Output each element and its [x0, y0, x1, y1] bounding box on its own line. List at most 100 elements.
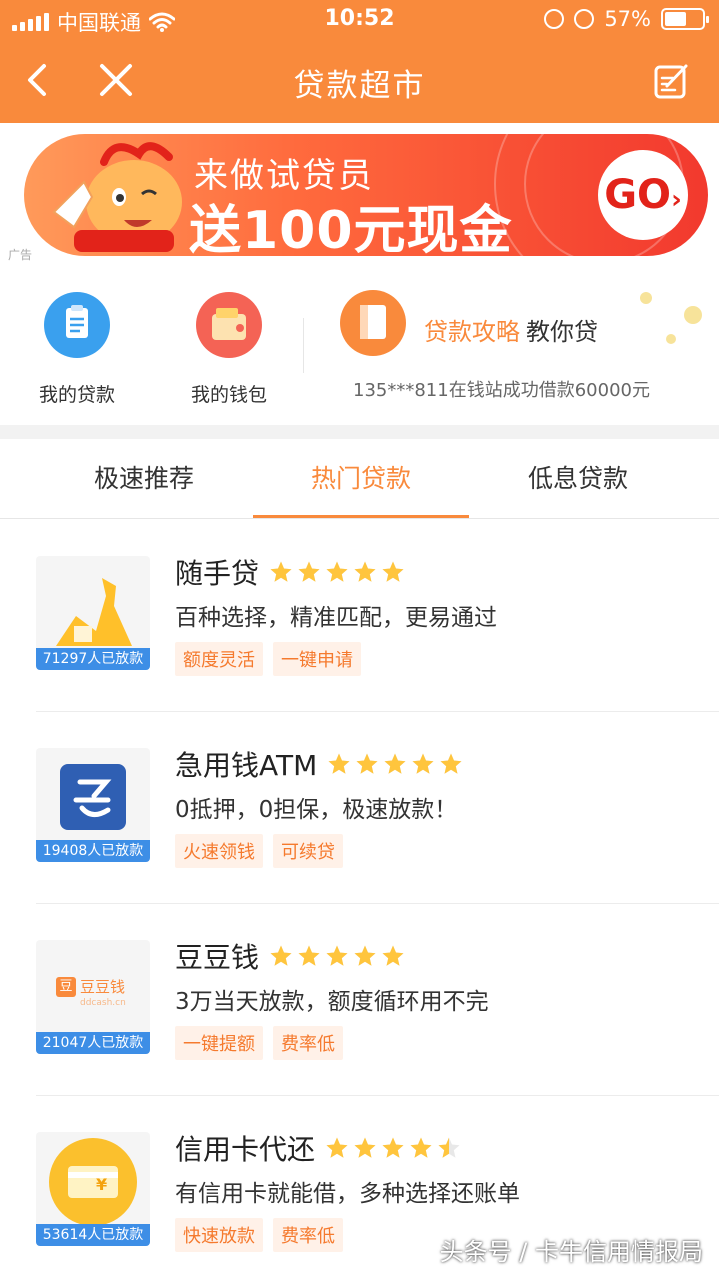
go-label: GO — [604, 172, 672, 218]
loan-tag: 额度灵活 — [175, 642, 263, 676]
divider — [303, 318, 304, 373]
loan-tags: 火速领钱 可续贷 — [175, 834, 343, 868]
loan-logo: 19408人已放款 — [36, 748, 150, 862]
my-loans-label: 我的贷款 — [38, 384, 115, 406]
loan-strategy-link[interactable]: 贷款攻略 教你贷 135***811在钱站成功借款60000元 — [340, 290, 650, 401]
loan-tags: 快速放款 费率低 — [175, 1218, 343, 1252]
loan-description: 有信用卡就能借，多种选择还账单 — [175, 1181, 520, 1207]
page-title: 贷款超市 — [293, 68, 426, 104]
loan-count-badge: 19408人已放款 — [36, 840, 150, 862]
loan-tag: 一键提额 — [175, 1026, 263, 1060]
loan-description: 百种选择，精准匹配，更易通过 — [175, 605, 497, 631]
quick-links: 我的贷款 我的钱包 贷款攻略 教你贷 135***811在钱站成功借款60000元 — [0, 270, 719, 425]
tab-low-interest[interactable]: 低息贷款 — [468, 439, 688, 519]
rating-stars — [269, 560, 405, 584]
loan-ticker: 135***811在钱站成功借款60000元 — [353, 380, 650, 401]
loan-item-atm[interactable]: 19408人已放款 急用钱ATM 0抵押，0担保，极速放款！ 火速领钱 可续贷 — [0, 712, 719, 904]
loan-tags: 一键提额 费率低 — [175, 1026, 343, 1060]
strategy-sub: 教你贷 — [526, 318, 598, 346]
loan-name: 随手贷 — [175, 557, 260, 590]
loan-tag: 费率低 — [273, 1026, 343, 1060]
loan-item-doudouqian[interactable]: 豆 豆豆钱 ddcash.cn 21047人已放款 豆豆钱 3万当天放款，额度循… — [0, 904, 719, 1096]
star-icon — [326, 561, 348, 582]
star-icon — [410, 1137, 432, 1158]
top-bar: 中国联通 10:52 57% 贷款超市 — [0, 0, 719, 123]
star-icon — [384, 753, 406, 774]
coin-decoration — [666, 334, 676, 344]
ad-label: 广告 — [8, 248, 33, 262]
coin-decoration — [640, 292, 652, 304]
star-icon — [412, 753, 434, 774]
battery-icon — [661, 8, 709, 30]
star-icon — [382, 561, 404, 582]
loan-item-suishoudai[interactable]: 71297人已放款 随手贷 百种选择，精准匹配，更易通过 额度灵活 一键申请 — [0, 520, 719, 712]
promo-banner[interactable]: 来做试贷员 送100元现金 GO› — [24, 134, 708, 256]
battery-percent: 57% — [604, 7, 651, 31]
loan-tags: 额度灵活 一键申请 — [175, 642, 361, 676]
loan-tag: 可续贷 — [273, 834, 343, 868]
go-button[interactable]: GO› — [598, 150, 688, 240]
doudouqian-logo: 豆 豆豆钱 — [56, 976, 125, 997]
rating-stars — [327, 752, 463, 776]
star-icon — [356, 753, 378, 774]
section-separator — [0, 425, 719, 439]
star-icon — [438, 1137, 460, 1158]
wallet-icon — [196, 292, 262, 358]
loan-description: 3万当天放款，额度循环用不完 — [175, 989, 489, 1015]
strategy-highlight: 贷款攻略 — [424, 318, 520, 346]
loan-tag: 费率低 — [273, 1218, 343, 1252]
doudouqian-domain: ddcash.cn — [80, 998, 126, 1008]
strategy-title: 贷款攻略 教你贷 — [424, 312, 598, 347]
loan-logo: 豆 豆豆钱 ddcash.cn 21047人已放款 — [36, 940, 150, 1054]
status-right: 57% — [544, 7, 709, 31]
loan-name-row: 信用卡代还 — [175, 1128, 461, 1168]
loan-description: 0抵押，0担保，极速放款！ — [175, 797, 458, 823]
document-icon — [44, 292, 110, 358]
star-icon — [440, 753, 462, 774]
edit-icon[interactable] — [653, 62, 691, 100]
active-tab-indicator — [253, 515, 469, 518]
tab-fast-recommend[interactable]: 极速推荐 — [34, 439, 254, 519]
coin-decoration — [684, 306, 702, 324]
chevron-right-icon: › — [671, 185, 682, 215]
loan-tag: 火速领钱 — [175, 834, 263, 868]
rating-stars — [325, 1136, 461, 1160]
star-icon — [298, 561, 320, 582]
my-loans-link[interactable]: 我的贷款 — [34, 292, 120, 407]
doudouqian-badge: 豆 — [56, 976, 76, 997]
star-icon — [270, 945, 292, 966]
loan-name: 豆豆钱 — [175, 941, 260, 974]
star-icon — [270, 561, 292, 582]
category-tabs: 极速推荐 热门贷款 低息贷款 — [0, 439, 719, 519]
alarm-icon — [574, 9, 595, 29]
star-icon — [354, 945, 376, 966]
star-icon — [326, 1137, 348, 1158]
doudouqian-wordmark: 豆豆钱 — [80, 978, 126, 996]
loan-tag: 一键申请 — [273, 642, 361, 676]
star-icon — [382, 1137, 404, 1158]
my-wallet-label: 我的钱包 — [190, 384, 267, 406]
my-wallet-link[interactable]: 我的钱包 — [186, 292, 272, 407]
banner-subheadline: 送100元现金 — [189, 201, 513, 256]
loan-count-badge: 21047人已放款 — [36, 1032, 150, 1054]
loan-count-badge: 71297人已放款 — [36, 648, 150, 670]
star-icon — [328, 753, 350, 774]
loan-name-row: 随手贷 — [175, 552, 405, 592]
watermark: 头条号 / 卡牛信用情报局 — [439, 1238, 703, 1266]
star-icon — [382, 945, 404, 966]
star-icon — [354, 1137, 376, 1158]
loan-name: 信用卡代还 — [175, 1133, 316, 1166]
rating-stars — [269, 944, 405, 968]
loan-logo: 71297人已放款 — [36, 556, 150, 670]
tab-popular-loans[interactable]: 热门贷款 — [251, 439, 471, 519]
loan-name: 急用钱ATM — [175, 749, 318, 782]
loan-logo: ¥ 53614人已放款 — [36, 1132, 150, 1246]
yen-symbol: ¥ — [96, 1175, 108, 1194]
loan-name-row: 急用钱ATM — [175, 744, 463, 784]
rotation-lock-icon — [544, 9, 565, 29]
star-icon — [326, 945, 348, 966]
status-bar: 中国联通 10:52 57% — [0, 0, 719, 40]
mascot-icon — [52, 142, 182, 252]
book-icon — [340, 290, 406, 356]
loan-count-badge: 53614人已放款 — [36, 1224, 150, 1246]
